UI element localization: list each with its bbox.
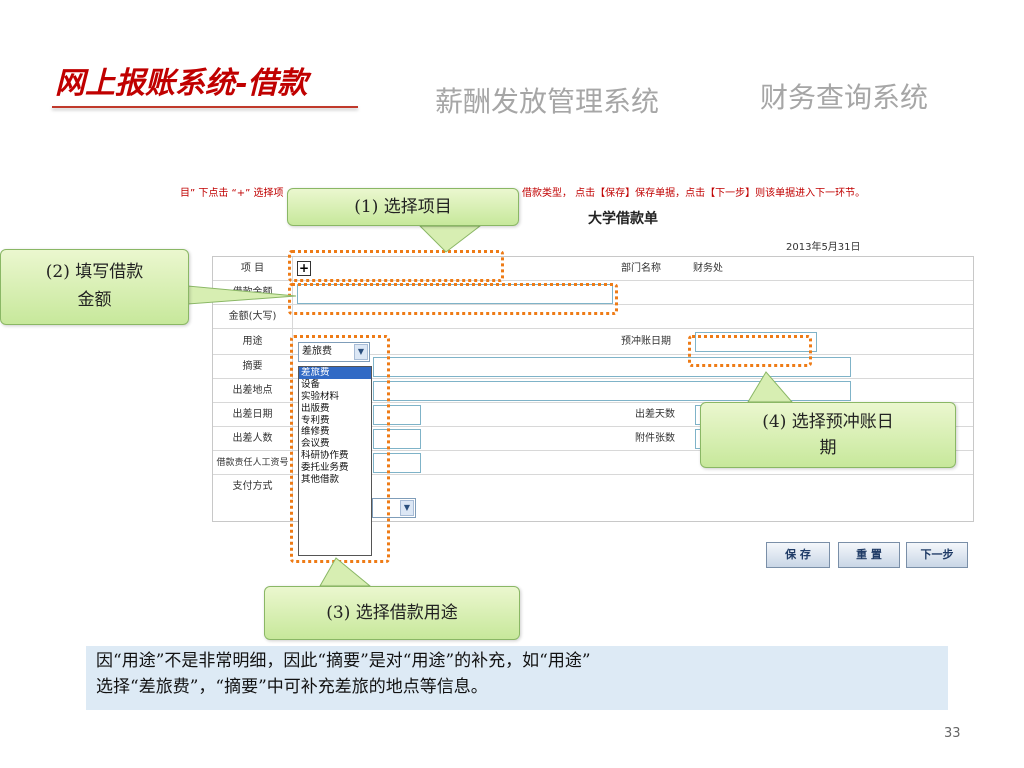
note-line-1: 因“用途”不是非常明细，因此“摘要”是对“用途”的补充，如“用途”	[96, 651, 591, 671]
reset-button[interactable]: 重 置	[838, 542, 900, 568]
slide-title: 网上报账系统-借款	[55, 66, 308, 101]
form-date: 2013年5月31日	[786, 242, 861, 253]
page-number: 33	[944, 726, 961, 741]
callout-4-line1: (4) 选择预冲账日	[762, 412, 894, 432]
label-amount-caps: 金额(大写)	[213, 305, 293, 329]
label-purpose: 用途	[213, 329, 293, 355]
title-underline	[52, 106, 358, 108]
explanation-note: 因“用途”不是非常明细，因此“摘要”是对“用途”的补充，如“用途” 选择“差旅费…	[86, 646, 948, 710]
highlight-amount	[288, 283, 618, 315]
callout-select-offset-date: (4) 选择预冲账日 期	[700, 402, 956, 468]
highlight-purpose	[290, 335, 390, 563]
label-payment: 支付方式	[213, 475, 293, 499]
label-staff-id: 借款责任人工资号	[213, 451, 293, 475]
label-date: 出差日期	[213, 403, 293, 427]
dept-value: 财务处	[693, 263, 723, 274]
finance-query-system-link[interactable]: 财务查询系统	[760, 76, 928, 116]
callout-pointer-1	[418, 225, 482, 253]
label-project: 项 目	[213, 257, 293, 281]
label-amount: 借款金额	[213, 281, 293, 305]
label-people: 出差人数	[213, 427, 293, 451]
label-summary: 摘要	[213, 355, 293, 379]
callout-select-purpose: (3) 选择借款用途	[264, 586, 520, 640]
label-location: 出差地点	[213, 379, 293, 403]
chevron-down-icon[interactable]: ▼	[400, 500, 414, 516]
label-dept: 部门名称	[621, 263, 661, 274]
highlight-offset-date	[688, 335, 812, 367]
label-offset-date: 预冲账日期	[621, 336, 671, 347]
callout-3-text: (3) 选择借款用途	[326, 603, 458, 623]
instruction-text-right: 借款类型， 点击【保存】保存单据，点击【下一步】则该单据进入下一环节。	[522, 188, 866, 199]
callout-4-line2: 期	[819, 438, 837, 458]
salary-system-link[interactable]: 薪酬发放管理系统	[435, 80, 659, 120]
save-button[interactable]: 保 存	[766, 542, 830, 568]
callout-2-line2: 金额	[77, 290, 112, 310]
callout-fill-amount: (2) 填写借款 金额	[0, 249, 189, 325]
location-input[interactable]	[373, 381, 851, 401]
callout-1-text: (1) 选择项目	[354, 197, 452, 217]
note-line-2: 选择“差旅费”，“摘要”中可补充差旅的地点等信息。	[96, 677, 488, 697]
highlight-project	[288, 250, 504, 282]
instruction-text-left: 目” 下点击 “+” 选择项	[180, 188, 284, 199]
callout-select-project: (1) 选择项目	[287, 188, 519, 226]
callout-2-line1: (2) 填写借款	[45, 262, 144, 282]
form-title: 大学借款单	[588, 211, 658, 227]
next-step-button[interactable]: 下一步	[906, 542, 968, 568]
